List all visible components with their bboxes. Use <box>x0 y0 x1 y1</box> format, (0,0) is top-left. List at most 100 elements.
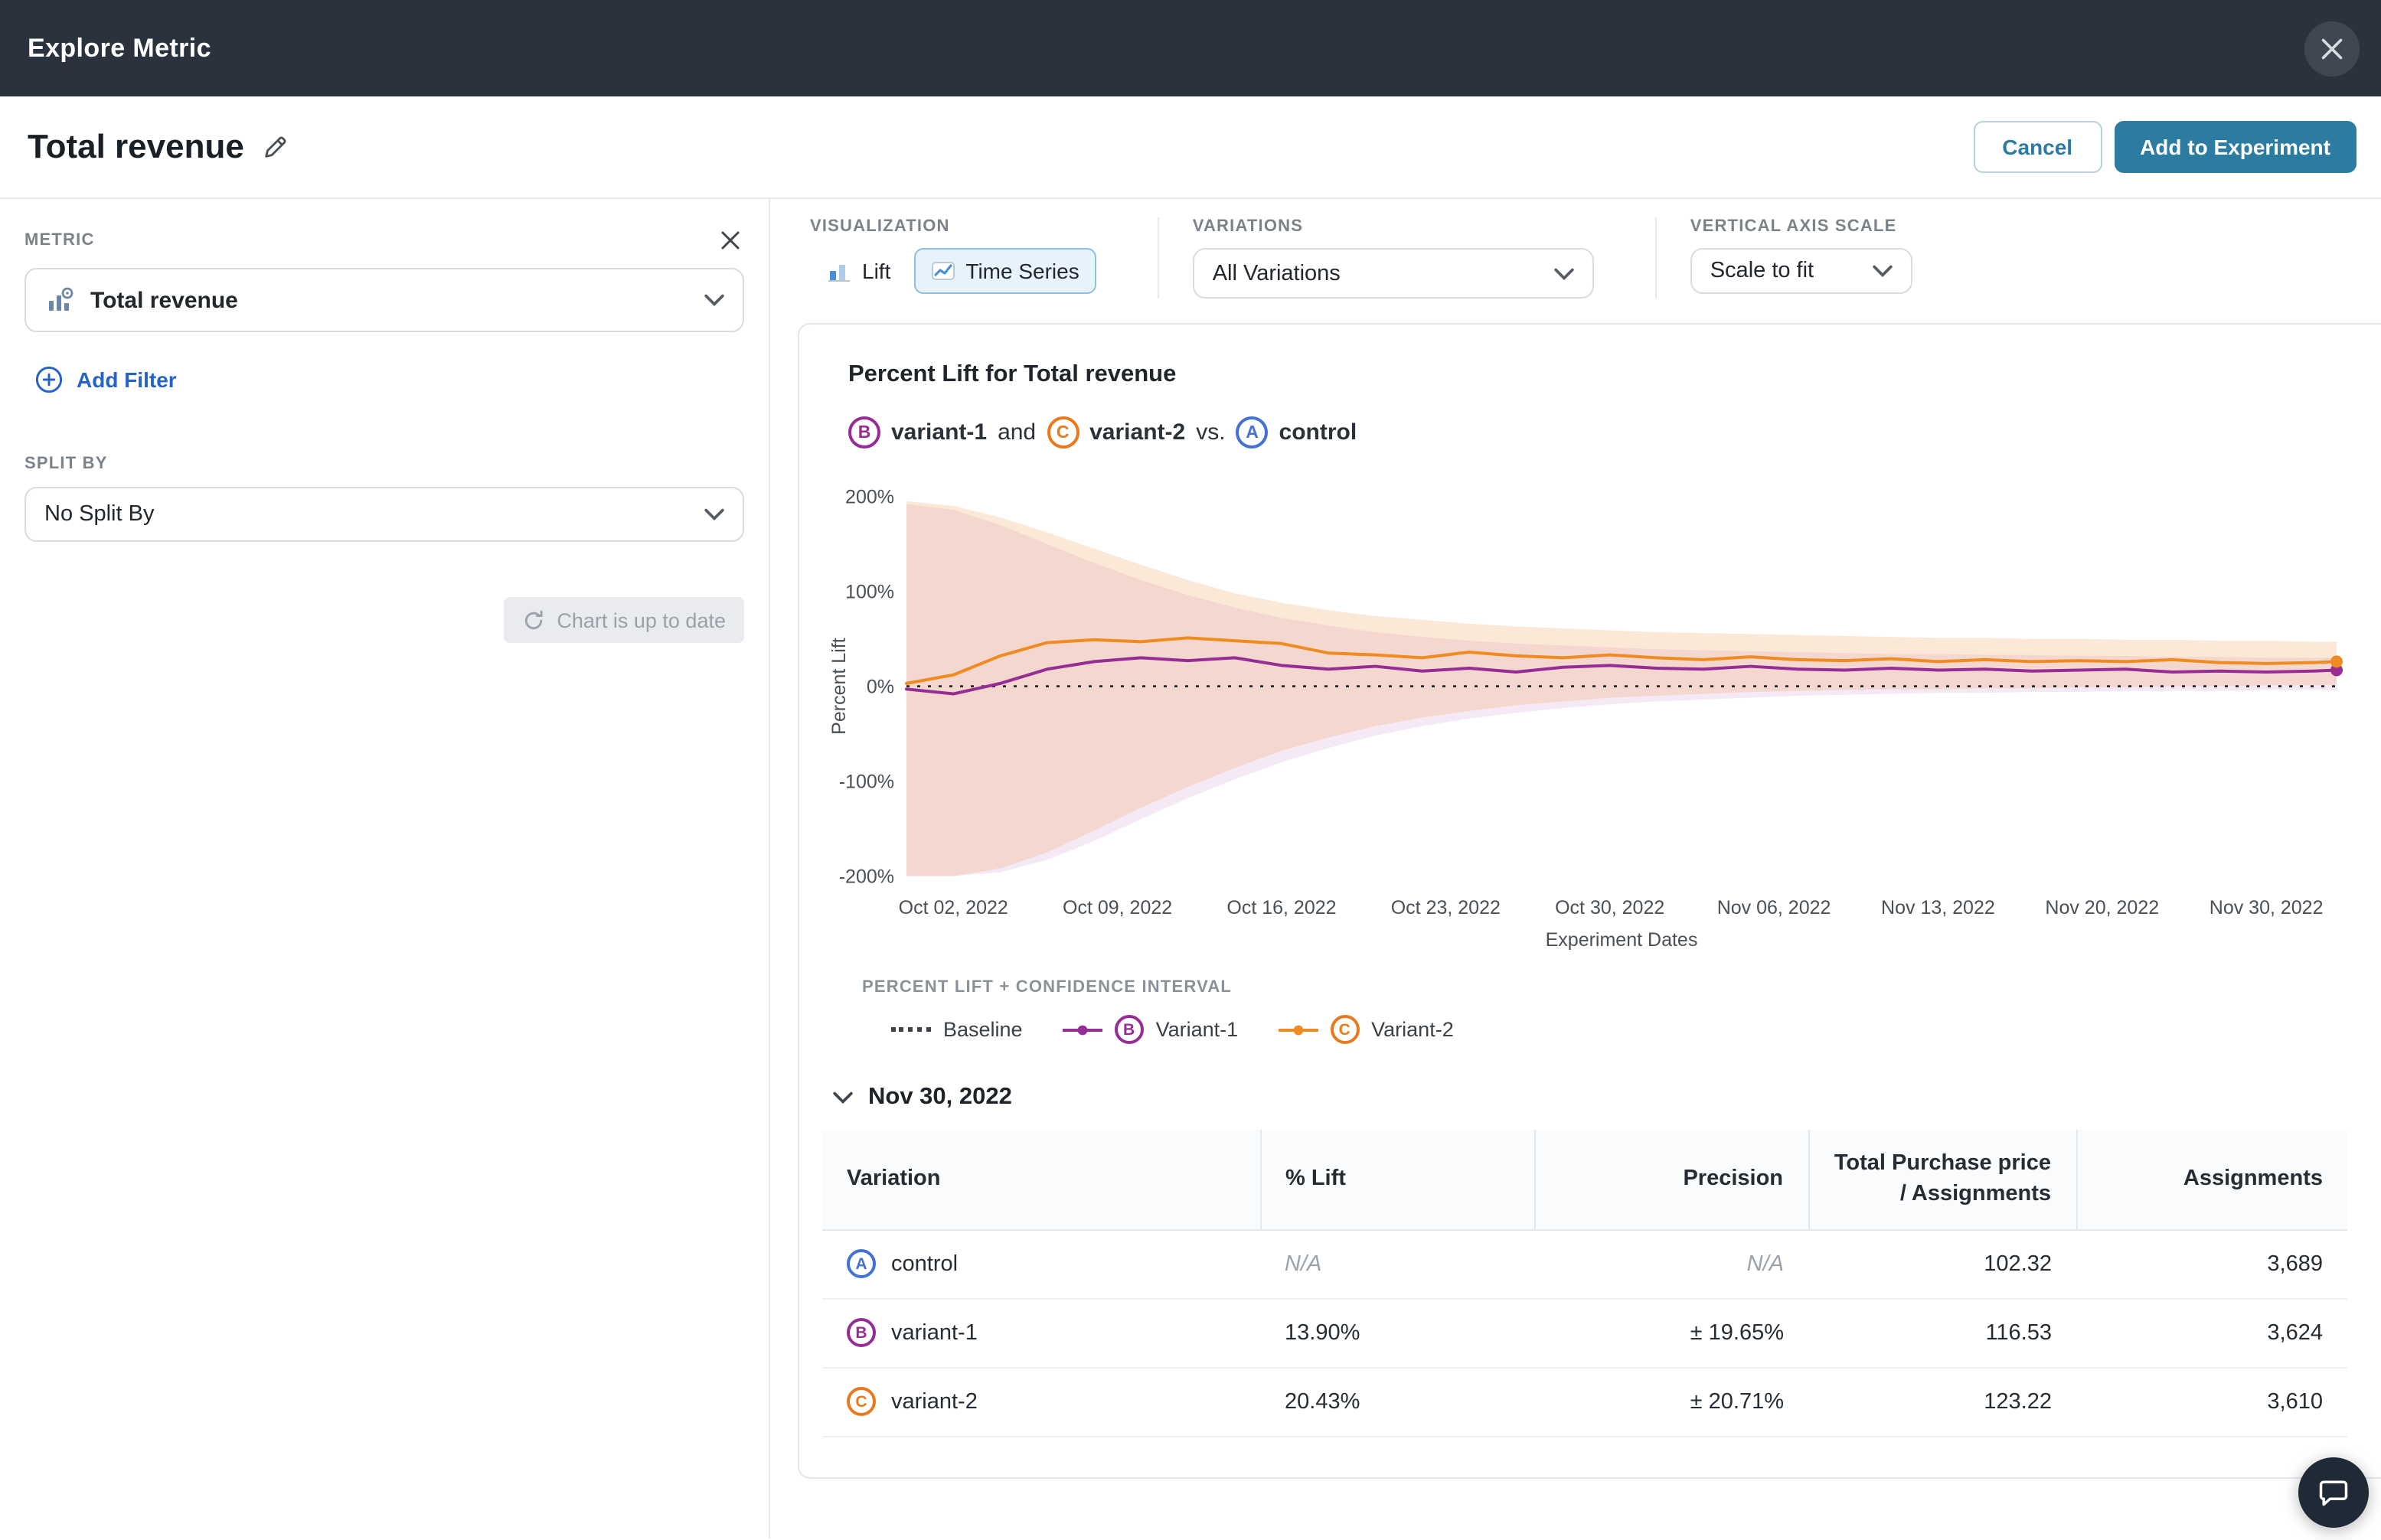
chart-status-button[interactable]: Chart is up to date <box>503 597 744 643</box>
legend-variant-1: B Variant-1 <box>1063 1015 1239 1044</box>
variation-name: variant-2 <box>891 1389 978 1414</box>
add-filter-button[interactable]: Add Filter <box>24 366 177 393</box>
legend-variant-2-label: Variant-2 <box>1371 1018 1454 1041</box>
svg-text:Oct 16, 2022: Oct 16, 2022 <box>1226 897 1336 918</box>
vertical-axis-scale-label: VERTICAL AXIS SCALE <box>1690 217 1912 236</box>
chart-legend: Baseline B Variant-1 C Variant-2 <box>848 1015 2347 1044</box>
lift-toggle-button[interactable]: Lift <box>810 248 907 294</box>
baseline-marker-icon <box>891 1027 931 1032</box>
modal-title: Explore Metric <box>28 33 211 64</box>
title-bar: Total revenue Cancel Add to Experiment <box>0 96 2381 199</box>
variant-2-name: variant-2 <box>1089 419 1185 445</box>
plus-circle-icon <box>35 366 63 393</box>
variant-b-badge: B <box>848 416 880 449</box>
metric-section-label: METRIC <box>24 231 95 250</box>
time-series-toggle-label: Time Series <box>965 259 1079 283</box>
metric-select[interactable]: Total revenue <box>24 268 744 332</box>
total-value: 116.53 <box>1808 1298 2076 1367</box>
svg-text:Nov 13, 2022: Nov 13, 2022 <box>1881 897 1995 918</box>
date-section-label: Nov 30, 2022 <box>868 1084 1012 1111</box>
metric-remove-button[interactable] <box>717 227 744 254</box>
variant-1-marker-icon <box>1063 1023 1102 1036</box>
assignments-value: 3,610 <box>2076 1367 2347 1436</box>
x-axis-label: Experiment Dates <box>827 929 2343 951</box>
chart-title: Percent Lift for Total revenue <box>848 361 2347 389</box>
percent-lift-card: Percent Lift for Total revenue B variant… <box>798 323 2381 1478</box>
svg-text:Oct 02, 2022: Oct 02, 2022 <box>899 897 1008 918</box>
variant-b-badge: B <box>1115 1015 1144 1044</box>
table-header-row: Variation % Lift Precision Total Purchas… <box>822 1130 2347 1229</box>
metric-type-icon <box>44 285 75 315</box>
split-by-select[interactable]: No Split By <box>24 487 744 542</box>
legend-title: PERCENT LIFT + CONFIDENCE INTERVAL <box>848 978 2347 997</box>
lift-toggle-label: Lift <box>862 259 890 283</box>
svg-text:Oct 23, 2022: Oct 23, 2022 <box>1391 897 1501 918</box>
chevron-down-icon <box>704 294 724 306</box>
bar-chart-icon <box>827 259 851 283</box>
table-row: Cvariant-2 20.43% ± 20.71% 123.22 3,610 <box>822 1367 2347 1436</box>
assignments-value: 3,624 <box>2076 1298 2347 1367</box>
legend-variant-2: C Variant-2 <box>1278 1015 1454 1044</box>
chevron-down-icon <box>833 1091 853 1104</box>
lift-value: 13.90% <box>1260 1298 1534 1367</box>
cancel-button[interactable]: Cancel <box>1973 121 2102 173</box>
modal-close-button[interactable] <box>2304 21 2360 76</box>
variant-c-badge: C <box>847 1387 876 1416</box>
time-series-toggle-button[interactable]: Time Series <box>913 248 1096 294</box>
precision-value: N/A <box>1747 1251 1784 1276</box>
percent-lift-chart: 200% 100% 0% -100% -200%Oct 02, 2022 Oct 09, … <box>827 467 2343 926</box>
edit-metric-name-icon[interactable] <box>260 131 292 163</box>
divider <box>1158 217 1159 299</box>
svg-text:-100%: -100% <box>839 772 894 793</box>
variations-select-value: All Variations <box>1213 261 1539 285</box>
svg-text:Nov 20, 2022: Nov 20, 2022 <box>2045 897 2159 918</box>
explore-metric-modal: Explore Metric Total revenue Cancel Add … <box>0 0 2381 1540</box>
metric-select-value: Total revenue <box>90 287 689 313</box>
svg-text:Percent Lift: Percent Lift <box>828 638 850 735</box>
variant-c-badge: C <box>1047 416 1079 449</box>
split-by-value: No Split By <box>44 502 689 527</box>
modal-topbar: Explore Metric <box>0 0 2381 96</box>
chart-status-label: Chart is up to date <box>557 608 726 631</box>
subtitle-vs: vs. <box>1196 419 1225 445</box>
legend-baseline: Baseline <box>891 1018 1023 1041</box>
line-chart-icon <box>930 259 955 283</box>
svg-text:Oct 09, 2022: Oct 09, 2022 <box>1063 897 1172 918</box>
table-row: Acontrol N/A N/A 102.32 3,689 <box>822 1229 2347 1298</box>
visualization-controls: VISUALIZATION Lift Time Series <box>810 217 2381 299</box>
lift-value: 20.43% <box>1260 1367 1534 1436</box>
date-section-toggle[interactable]: Nov 30, 2022 <box>833 1084 2347 1111</box>
metric-config-sidebar: METRIC Total revenue Add Filter <box>0 199 770 1538</box>
legend-variant-1-label: Variant-1 <box>1156 1018 1239 1041</box>
col-assignments: Assignments <box>2076 1130 2347 1229</box>
subtitle-and: and <box>998 419 1036 445</box>
svg-text:Nov 06, 2022: Nov 06, 2022 <box>1717 897 1831 918</box>
chart-subtitle: B variant-1 and C variant-2 vs. A contro… <box>848 416 2347 449</box>
svg-text:0%: 0% <box>867 677 894 698</box>
svg-text:Nov 30, 2022: Nov 30, 2022 <box>2210 897 2324 918</box>
axis-scale-select-value: Scale to fit <box>1710 259 1857 283</box>
svg-text:200%: 200% <box>845 487 894 508</box>
close-icon <box>2320 36 2344 60</box>
col-lift: % Lift <box>1260 1130 1534 1229</box>
variant-1-name: variant-1 <box>891 419 987 445</box>
svg-text:-200%: -200% <box>839 866 894 888</box>
variant-2-marker-icon <box>1278 1023 1318 1036</box>
svg-text:100%: 100% <box>845 582 894 603</box>
variations-label: VARIATIONS <box>1193 217 1594 236</box>
col-precision: Precision <box>1534 1130 1808 1229</box>
variations-select[interactable]: All Variations <box>1193 248 1594 299</box>
total-value: 102.32 <box>1808 1229 2076 1298</box>
add-to-experiment-button[interactable]: Add to Experiment <box>2114 121 2357 173</box>
variant-b-badge: B <box>847 1318 876 1347</box>
axis-scale-select[interactable]: Scale to fit <box>1690 248 1912 294</box>
control-badge: A <box>847 1249 876 1278</box>
table-row: Bvariant-1 13.90% ± 19.65% 116.53 3,624 <box>822 1298 2347 1367</box>
chat-widget-button[interactable] <box>2298 1457 2369 1528</box>
col-variation: Variation <box>822 1130 1260 1229</box>
col-total: Total Purchase price/ Assignments <box>1808 1130 2076 1229</box>
variation-name: variant-1 <box>891 1320 978 1345</box>
total-value: 123.22 <box>1808 1367 2076 1436</box>
divider <box>1655 217 1657 299</box>
variant-c-badge: C <box>1330 1015 1359 1044</box>
